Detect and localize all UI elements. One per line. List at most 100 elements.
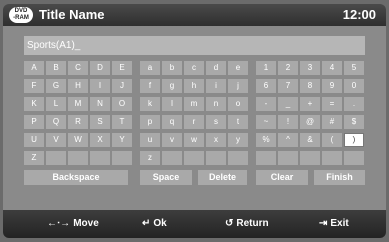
key[interactable]: 5 (344, 61, 364, 75)
key[interactable]: Y (112, 133, 132, 147)
key[interactable]: 2 (278, 61, 298, 75)
key[interactable]: ^ (278, 133, 298, 147)
key[interactable]: s (206, 115, 226, 129)
finish-button[interactable]: Finish (314, 170, 365, 185)
key[interactable]: p (140, 115, 160, 129)
key[interactable]: A (24, 61, 44, 75)
key[interactable]: m (184, 97, 204, 111)
key[interactable]: w (184, 133, 204, 147)
key[interactable]: F (24, 79, 44, 93)
key[interactable]: % (256, 133, 276, 147)
backspace-button[interactable]: Backspace (24, 170, 128, 185)
key[interactable]: n (206, 97, 226, 111)
key-blank[interactable] (112, 151, 132, 165)
key[interactable]: U (24, 133, 44, 147)
key[interactable]: c (184, 61, 204, 75)
key[interactable]: 8 (300, 79, 320, 93)
key[interactable]: b (162, 61, 182, 75)
key-blank[interactable] (344, 151, 364, 165)
key[interactable]: R (68, 115, 88, 129)
key[interactable]: h (184, 79, 204, 93)
key[interactable]: k (140, 97, 160, 111)
key[interactable]: C (68, 61, 88, 75)
key[interactable]: ) (344, 133, 364, 147)
key[interactable]: 0 (344, 79, 364, 93)
key[interactable]: 6 (256, 79, 276, 93)
key[interactable]: x (206, 133, 226, 147)
key[interactable]: 4 (322, 61, 342, 75)
key-blank[interactable] (256, 151, 276, 165)
key[interactable]: z (140, 151, 160, 165)
key[interactable]: d (206, 61, 226, 75)
key[interactable]: = (322, 97, 342, 111)
key[interactable]: J (112, 79, 132, 93)
key[interactable]: H (68, 79, 88, 93)
key[interactable]: g (162, 79, 182, 93)
key[interactable]: S (90, 115, 110, 129)
key[interactable]: D (90, 61, 110, 75)
key-blank[interactable] (300, 151, 320, 165)
title-input[interactable]: Sports(A1)_ (24, 36, 365, 55)
key[interactable]: W (68, 133, 88, 147)
key[interactable]: ~ (256, 115, 276, 129)
move-label: Move (73, 218, 99, 229)
key[interactable]: i (206, 79, 226, 93)
key[interactable]: X (90, 133, 110, 147)
key[interactable]: E (112, 61, 132, 75)
key-blank[interactable] (90, 151, 110, 165)
key[interactable]: e (228, 61, 248, 75)
key[interactable]: # (322, 115, 342, 129)
key-blank[interactable] (322, 151, 342, 165)
key-blank[interactable] (162, 151, 182, 165)
ok-hint: ↵ Ok (142, 217, 167, 231)
key-blank[interactable] (46, 151, 66, 165)
key[interactable]: t (228, 115, 248, 129)
key[interactable]: M (68, 97, 88, 111)
key[interactable]: - (256, 97, 276, 111)
key[interactable]: l (162, 97, 182, 111)
key[interactable]: N (90, 97, 110, 111)
delete-button[interactable]: Delete (198, 170, 247, 185)
key-blank[interactable] (68, 151, 88, 165)
key-blank[interactable] (184, 151, 204, 165)
key[interactable]: f (140, 79, 160, 93)
key[interactable]: P (24, 115, 44, 129)
title-bar: DVD -RAM Title Name 12:00 (3, 4, 386, 26)
space-button[interactable]: Space (140, 170, 192, 185)
key[interactable]: G (46, 79, 66, 93)
key[interactable]: 7 (278, 79, 298, 93)
key[interactable]: @ (300, 115, 320, 129)
key[interactable]: ( (322, 133, 342, 147)
key-blank[interactable] (278, 151, 298, 165)
key[interactable]: 1 (256, 61, 276, 75)
key[interactable]: Q (46, 115, 66, 129)
key[interactable]: a (140, 61, 160, 75)
key[interactable]: o (228, 97, 248, 111)
key[interactable]: B (46, 61, 66, 75)
key[interactable]: + (300, 97, 320, 111)
key[interactable]: j (228, 79, 248, 93)
key[interactable]: 9 (322, 79, 342, 93)
key[interactable]: 3 (300, 61, 320, 75)
key[interactable]: q (162, 115, 182, 129)
key[interactable]: ! (278, 115, 298, 129)
key[interactable]: r (184, 115, 204, 129)
key[interactable]: & (300, 133, 320, 147)
key[interactable]: $ (344, 115, 364, 129)
key[interactable]: _ (278, 97, 298, 111)
key[interactable]: O (112, 97, 132, 111)
clear-button[interactable]: Clear (256, 170, 308, 185)
key[interactable]: V (46, 133, 66, 147)
dvd-ram-icon: DVD -RAM (9, 7, 33, 23)
key-blank[interactable] (206, 151, 226, 165)
key[interactable]: T (112, 115, 132, 129)
key[interactable]: L (46, 97, 66, 111)
key[interactable]: K (24, 97, 44, 111)
key[interactable]: I (90, 79, 110, 93)
key[interactable]: v (162, 133, 182, 147)
key[interactable]: Z (24, 151, 44, 165)
key-blank[interactable] (228, 151, 248, 165)
key[interactable]: y (228, 133, 248, 147)
key[interactable]: u (140, 133, 160, 147)
key[interactable]: . (344, 97, 364, 111)
